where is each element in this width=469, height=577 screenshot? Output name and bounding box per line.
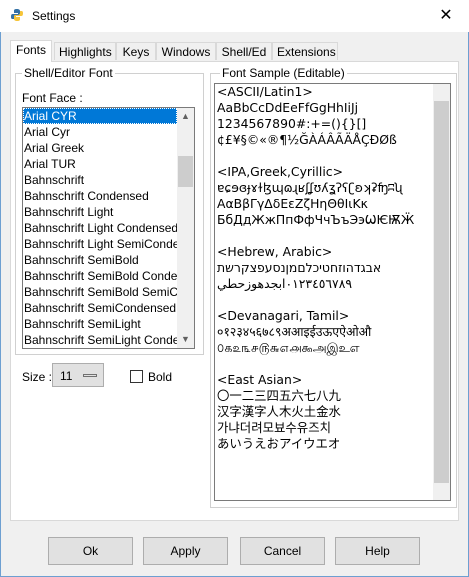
sample-line: БбДдЖжПпФфЧчЪъЭэѠѤѬӜ [217, 212, 415, 227]
sample-line: 〇一二三四五六七八九 [217, 388, 341, 403]
font-list-item[interactable]: Bahnschrift SemiBold [23, 252, 177, 268]
tab-keys[interactable]: Keys [116, 42, 156, 60]
tab-extensions[interactable]: Extensions [272, 42, 338, 60]
sample-line [217, 292, 433, 308]
size-label: Size : [22, 370, 53, 384]
sample-scrollbar[interactable] [433, 84, 450, 500]
title-bar: Settings ✕ [0, 0, 469, 32]
option-menu-indicator-icon [83, 374, 97, 377]
sample-line: ɐɕɘɞɟɤɫɮɰɷɻʁʃʆʊʎʓʔʕʗʚʞʡʩʭʯ [217, 180, 403, 195]
font-list-item[interactable]: Arial Cyr [23, 124, 177, 140]
tab-shell-ed[interactable]: Shell/Ed [216, 42, 272, 60]
cancel-button[interactable]: Cancel [240, 537, 325, 565]
font-face-label: Font Face : [22, 91, 83, 105]
font-list-item[interactable]: Bahnschrift Light [23, 204, 177, 220]
font-list-item[interactable]: Bahnschrift Condensed [23, 188, 177, 204]
font-sample-title: Font Sample (Editable) [220, 66, 347, 80]
apply-button[interactable]: Apply [143, 537, 228, 565]
font-list-item[interactable]: Arial TUR [23, 156, 177, 172]
scroll-up-icon[interactable]: ▲ [177, 108, 194, 125]
font-list-item[interactable]: Bahnschrift SemiLight Condensed [23, 332, 177, 348]
font-list-item[interactable]: Bahnschrift SemiBold Condensed [23, 268, 177, 284]
font-size-value: 11 [60, 369, 73, 383]
font-list-items: Arial CYR Arial Cyr Arial Greek Arial TUR Ba… [23, 108, 194, 348]
sample-line: 1234567890#:+=(){}[] [217, 116, 367, 131]
sample-line: <Hebrew, Arabic> [217, 244, 333, 259]
window-title: Settings [32, 9, 76, 23]
close-button[interactable]: ✕ [423, 0, 469, 32]
font-list-item[interactable]: Bahnschrift Light Condensed [23, 220, 177, 236]
font-list-item[interactable]: Bahnschrift SemiBold SemiCondensed [23, 284, 177, 300]
font-list-item[interactable]: Arial CYR [23, 108, 177, 124]
sample-line: ٠١٢٣٤٥٦٧٨٩ابجدهوزحطي [217, 276, 353, 291]
sample-line: אבגדהוזחטיכלםמןנסעפצקרשת [217, 260, 382, 275]
font-list-scrollbar[interactable]: ▲ ▼ [177, 108, 194, 348]
sample-scrollbar-thumb[interactable] [434, 101, 449, 483]
sample-line [217, 356, 433, 372]
sample-line: 汉字漢字人木火土金水 [217, 404, 341, 419]
sample-line: ΑαΒβΓγΔδΕεΖζΗηΘθΙιΚκ [217, 196, 368, 211]
font-sample-text-area[interactable]: <ASCII/Latin1> AaBbCcDdEeFfGgHhIiJj 123456… [214, 83, 451, 501]
sample-line: 가냐더려모뵤수유즈치 [217, 420, 331, 435]
sample-line: AaBbCcDdEeFfGgHhIiJj [217, 100, 359, 115]
sample-line: あいうえおアイウエオ [217, 436, 341, 451]
tab-fonts[interactable]: Fonts [10, 40, 52, 62]
bold-label[interactable]: Bold [148, 370, 172, 384]
sample-line: <East Asian> [217, 372, 303, 387]
font-face-listbox[interactable]: Arial CYR Arial Cyr Arial Greek Arial TUR Ba… [22, 107, 195, 349]
font-sample-text[interactable]: <ASCII/Latin1> AaBbCcDdEeFfGgHhIiJj 123456… [217, 84, 433, 452]
sample-line: <Devanagari, Tamil> [217, 308, 350, 323]
sample-line: ०१२३४५६७८९अआइईउऊएऐओऔ [217, 324, 372, 339]
python-icon [11, 9, 23, 21]
scrollbar-thumb[interactable] [178, 156, 193, 187]
font-list-item[interactable]: Bahnschrift SemiCondensed [23, 300, 177, 316]
bold-checkbox[interactable] [130, 370, 143, 383]
scroll-down-icon[interactable]: ▼ [177, 331, 194, 348]
font-size-menu[interactable]: 11 [52, 363, 104, 387]
font-list-item[interactable]: Bahnschrift Light SemiCondensed [23, 236, 177, 252]
sample-line [217, 148, 433, 164]
font-list-item[interactable]: Bahnschrift SemiLight [23, 316, 177, 332]
sample-line [217, 228, 433, 244]
sample-line: <IPA,Greek,Cyrillic> [217, 164, 343, 179]
shell-editor-font-title: Shell/Editor Font [22, 66, 115, 80]
ok-button[interactable]: Ok [48, 537, 133, 565]
tab-windows[interactable]: Windows [156, 42, 216, 60]
font-list-item[interactable]: Bahnschrift [23, 172, 177, 188]
help-button[interactable]: Help [335, 537, 420, 565]
sample-line: <ASCII/Latin1> [217, 84, 313, 99]
sample-line: ¢£¥§©«®¶½ĞÀÁÂÃÄÅÇÐØß [217, 132, 397, 147]
tab-highlights[interactable]: Highlights [54, 42, 116, 60]
sample-line: ௦௧௨௩௪௫௬௭௮௯அஇஉஎ [217, 340, 360, 355]
font-list-item[interactable]: Arial Greek [23, 140, 177, 156]
